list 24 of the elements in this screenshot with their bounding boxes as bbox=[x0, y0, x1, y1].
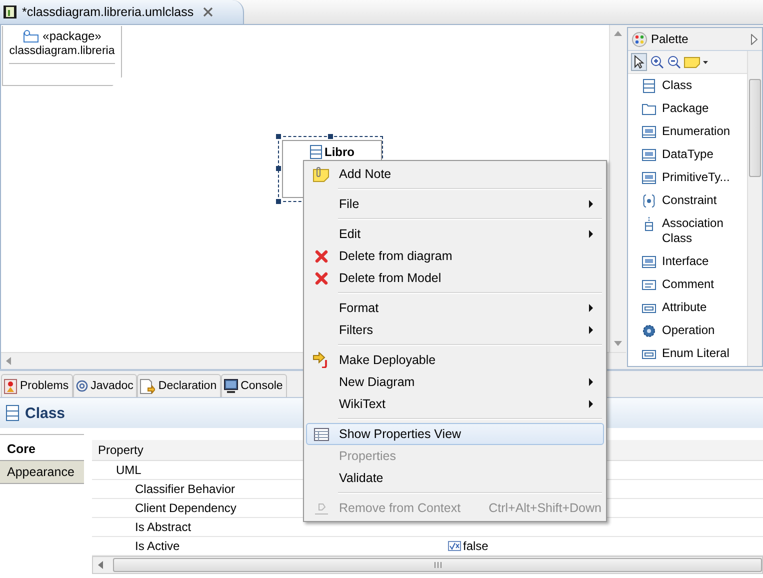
package-name: classdiagram.libreria bbox=[9, 43, 115, 64]
tool-label: Association Class bbox=[662, 216, 724, 246]
tool-label: Constraint bbox=[662, 193, 718, 208]
property-name: Is Abstract bbox=[134, 520, 192, 534]
editor-tab-title: *classdiagram.libreria.umlclass bbox=[22, 5, 194, 19]
tool-label: Interface bbox=[662, 254, 710, 269]
tool-label: Enumeration bbox=[662, 124, 732, 139]
tool-label: Class bbox=[662, 78, 694, 93]
properties-title: Class bbox=[25, 404, 66, 422]
shortcut-text: Ctrl+Alt+Shift+Down bbox=[488, 501, 602, 515]
property-name: Is Active bbox=[134, 539, 180, 553]
tool-label: DataType bbox=[662, 147, 714, 162]
property-name: Classifier Behavior bbox=[134, 482, 236, 496]
package-stereotype: «package» bbox=[42, 29, 102, 43]
class-name: Libro bbox=[324, 145, 354, 159]
palette-title: Palette bbox=[651, 32, 688, 46]
property-name: Client Dependency bbox=[134, 501, 236, 515]
tool-label: Attribute bbox=[662, 300, 708, 315]
tool-label: Comment bbox=[662, 277, 716, 292]
tool-label: PrimitiveTy... bbox=[662, 170, 731, 185]
tool-label: Operation bbox=[662, 323, 716, 338]
property-value: false bbox=[463, 539, 488, 553]
tool-label: Enum Literal bbox=[662, 346, 730, 361]
tool-label: Package bbox=[662, 101, 710, 116]
